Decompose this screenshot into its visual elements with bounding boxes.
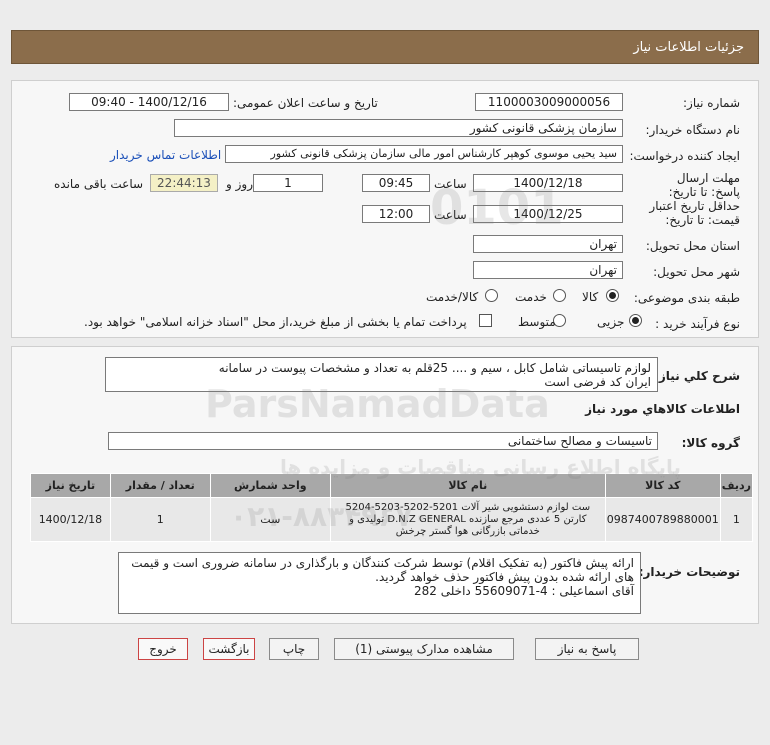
need-number-label: شماره نیاز: [683, 96, 740, 110]
process-radio-minor[interactable] [629, 314, 642, 327]
days-and-label: روز و [226, 177, 253, 191]
city-field: تهران [473, 261, 623, 279]
cell-name: ست لوازم دستشویی شیر آلات 5201-5202-5203… [329, 497, 606, 542]
city-label: شهر محل تحویل: [653, 265, 740, 279]
col-date: تاریخ نیاز [30, 473, 111, 498]
reply-deadline-label: مهلت ارسال پاسخ: تا تاریخ: [668, 171, 740, 199]
goods-info-title: اطلاعات کالاهاي مورد نياز [585, 402, 740, 416]
cell-qty: 1 [109, 497, 211, 542]
validity-label: حداقل تاریخ اعتبار قیمت: تا تاریخ: [649, 199, 740, 227]
buyer-org-label: نام دستگاه خریدار: [645, 123, 741, 137]
col-unit: واحد شمارش [209, 473, 331, 498]
reply-time-label: ساعت [434, 177, 467, 191]
col-name: نام کالا [329, 473, 606, 498]
category-option-goods: کالا [582, 290, 599, 304]
cell-code: 0987400789880001 [604, 497, 721, 542]
treasury-payment-note: پرداخت تمام یا بخشی از مبلغ خرید،از محل … [84, 315, 467, 329]
goods-table: ردیف کد کالا نام کالا واحد شمارش تعداد /… [30, 473, 754, 542]
cell-unit: ست [209, 497, 331, 542]
buyer-contact-link[interactable]: اطلاعات تماس خریدار [110, 148, 221, 162]
info-panel: شماره نیاز: 1100003009000056 تاریخ و ساع… [11, 80, 759, 338]
view-attachments-button[interactable]: مشاهده مدارک پیوستی (1) [334, 638, 514, 660]
need-panel: شرح کلي نياز: لوازم تاسیساتی شامل کابل ،… [11, 346, 759, 624]
col-code: کد کالا [604, 473, 721, 498]
reply-date-field: 1400/12/18 [473, 174, 623, 192]
back-button[interactable]: بازگشت [203, 638, 255, 660]
announce-field: 1400/12/16 - 09:40 [69, 93, 229, 111]
summary-textarea: لوازم تاسیساتی شامل کابل ، سیم و .... 25… [105, 357, 658, 392]
category-option-goods-service: کالا/خدمت [426, 290, 479, 304]
reply-time-field: 09:45 [362, 174, 430, 192]
category-label: طبقه بندی موضوعی: [633, 291, 740, 305]
cell-row: 1 [719, 497, 754, 542]
buyer-org-field: سازمان پزشکی قانونی کشور [174, 119, 623, 137]
announce-label: تاریخ و ساعت اعلان عمومی: [233, 96, 378, 110]
buyer-notes-label: توضیحات خریدار: [638, 565, 740, 579]
group-label: گروه کالا: [681, 436, 740, 450]
days-field: 1 [253, 174, 323, 192]
table-row: 1 0987400789880001 ست لوازم دستشویی شیر … [30, 497, 754, 542]
col-qty: تعداد / مقدار [109, 473, 211, 498]
category-radio-service[interactable] [553, 289, 566, 302]
category-radio-goods-service[interactable] [485, 289, 498, 302]
cell-date: 1400/12/18 [30, 497, 111, 542]
buyer-notes-textarea: ارائه پیش فاکتور (به تفکیک اقلام) توسط ش… [118, 552, 641, 614]
creator-label: ایجاد کننده درخواست: [629, 149, 740, 163]
group-field: تاسیسات و مصالح ساختمانی [108, 432, 658, 450]
creator-field: سید یحیی موسوی کوهپر کارشناس امور مالی س… [225, 145, 623, 163]
validity-date-field: 1400/12/25 [473, 205, 623, 223]
print-button[interactable]: چاپ [269, 638, 319, 660]
exit-button[interactable]: خروج [138, 638, 188, 660]
col-row: ردیف [719, 473, 754, 498]
province-field: تهران [473, 235, 623, 253]
need-number-field: 1100003009000056 [475, 93, 623, 111]
remaining-label: ساعت باقی مانده [54, 177, 144, 191]
category-radio-goods[interactable] [606, 289, 619, 302]
validity-time-field: 12:00 [362, 205, 430, 223]
treasury-payment-checkbox[interactable] [479, 314, 492, 327]
category-option-service: خدمت [515, 290, 547, 304]
remaining-time-field: 22:44:13 [150, 174, 218, 192]
validity-time-label: ساعت [434, 208, 467, 222]
process-label: نوع فرآیند خرید : [655, 317, 740, 331]
process-option-medium: متوسط [518, 315, 556, 329]
reply-button[interactable]: پاسخ به نیاز [535, 638, 639, 660]
page-header: جزئیات اطلاعات نیاز [11, 30, 759, 64]
page-title: جزئیات اطلاعات نیاز [633, 40, 744, 55]
summary-label: شرح کلي نياز: [654, 369, 740, 383]
province-label: استان محل تحویل: [645, 239, 740, 253]
process-option-minor: جزیی [597, 315, 625, 329]
